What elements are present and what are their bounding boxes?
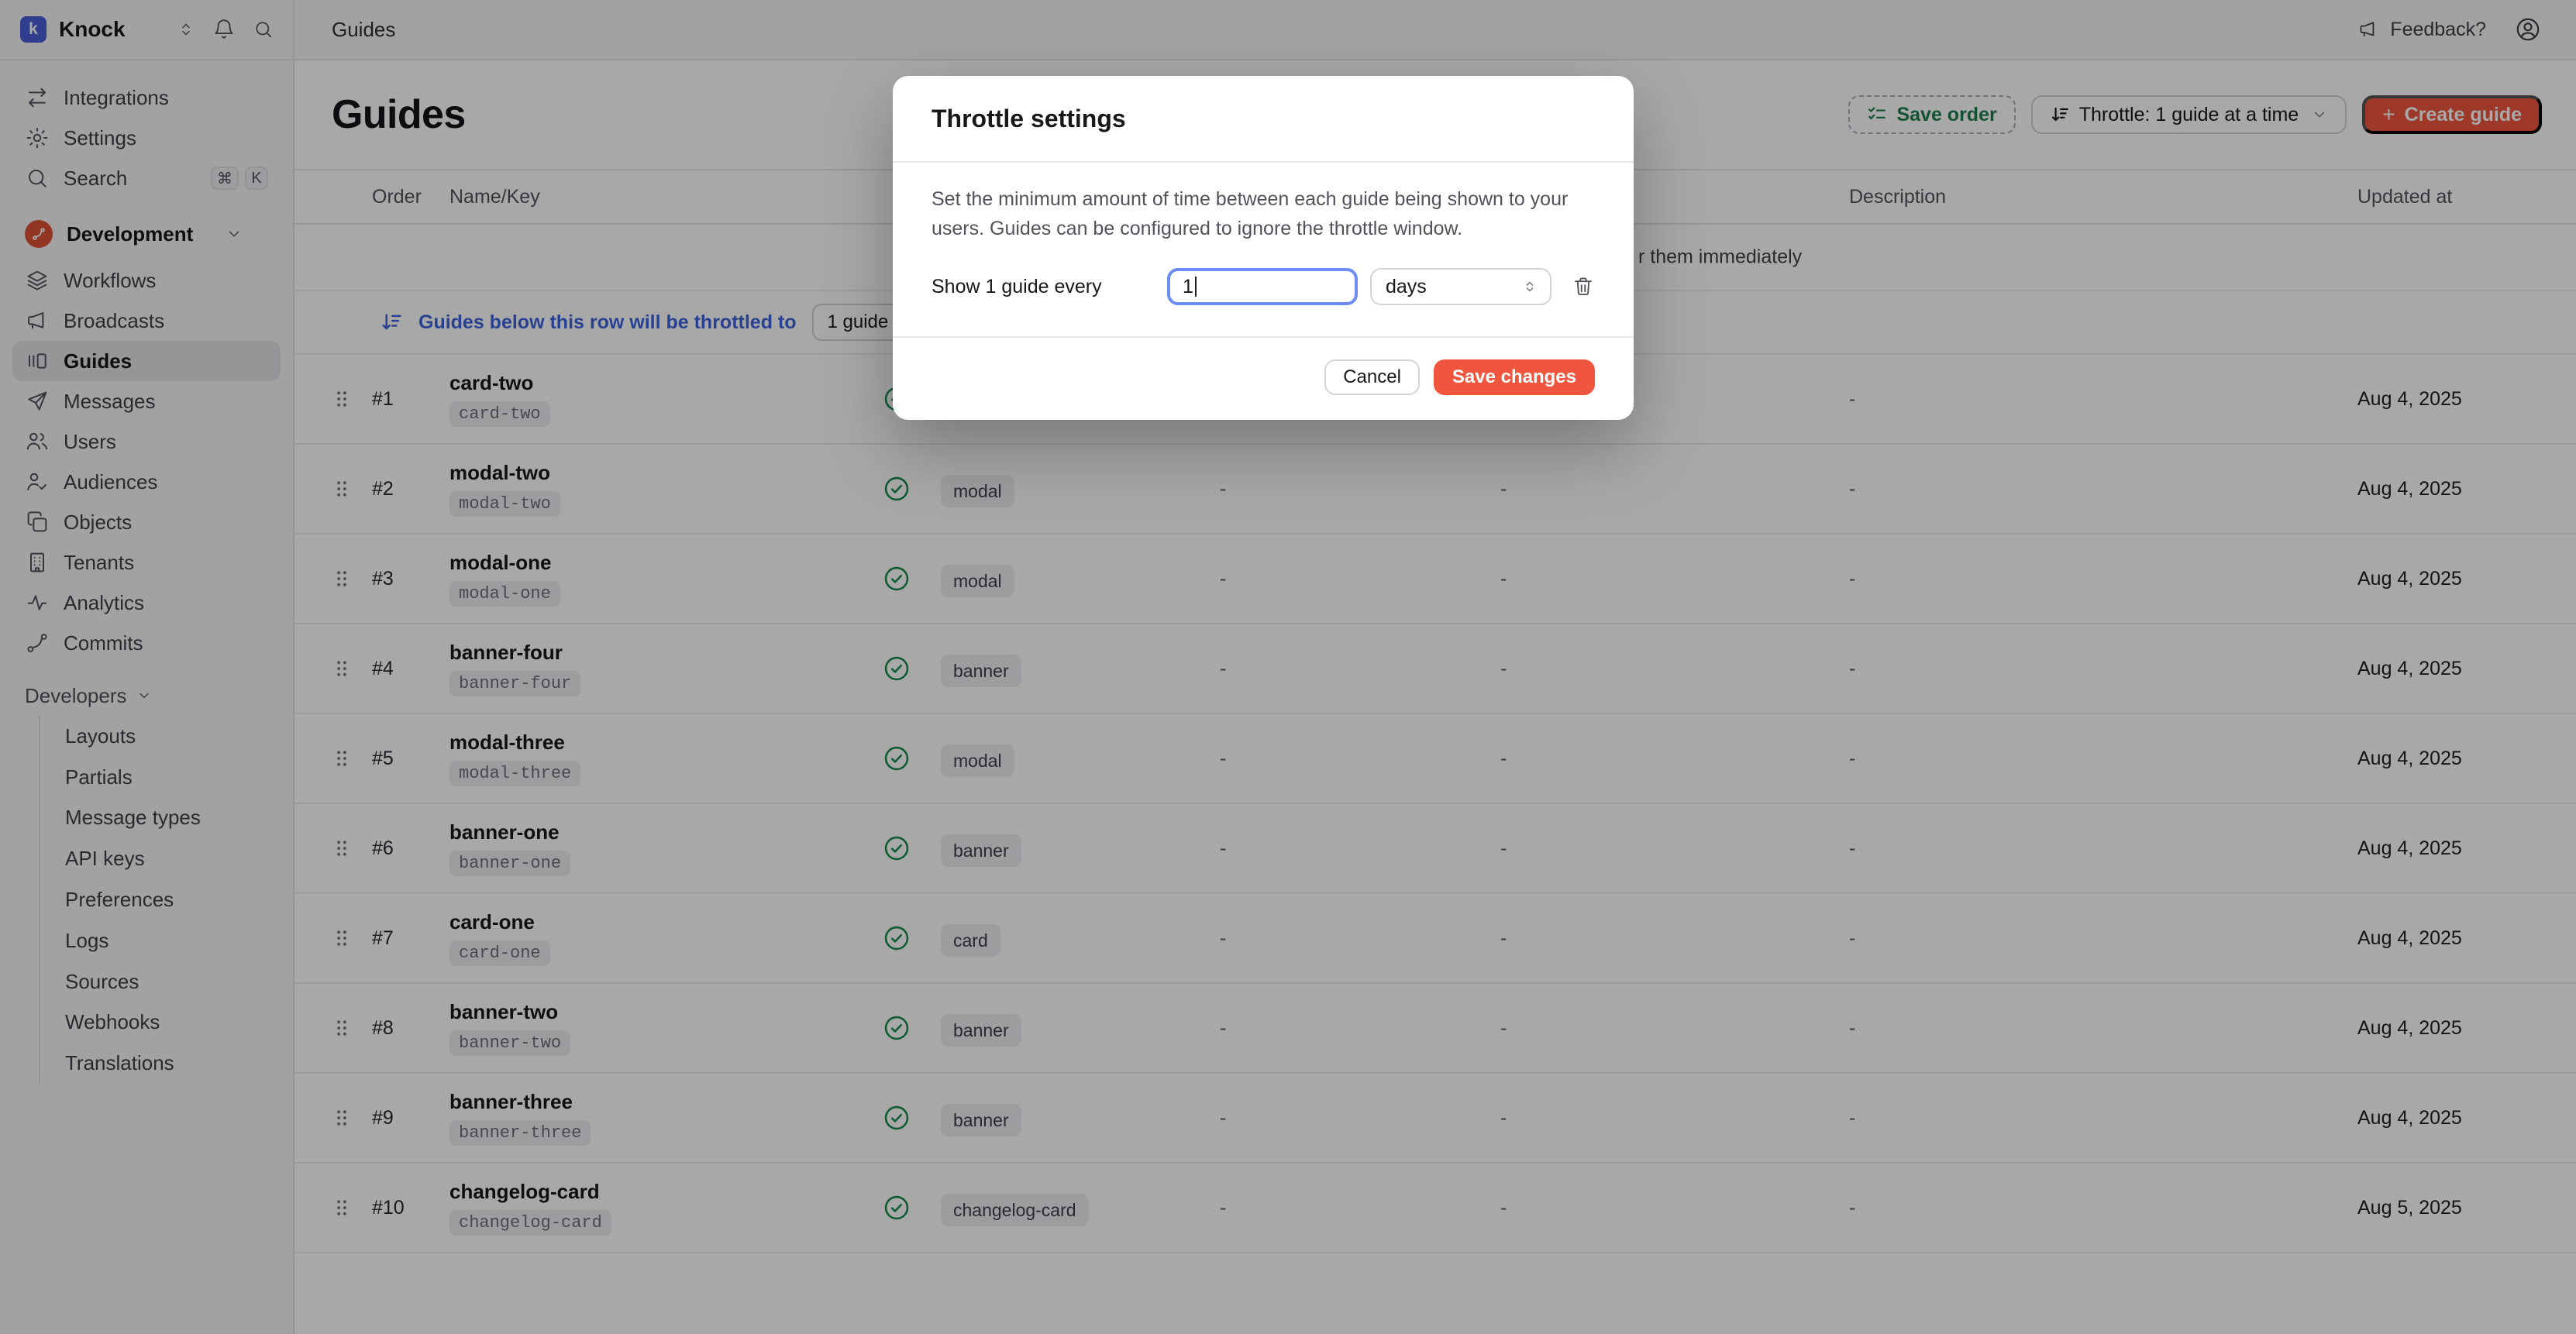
modal-description: Set the minimum amount of time between e… — [932, 184, 1604, 243]
throttle-value-text: 1 — [1183, 276, 1193, 298]
throttle-settings-modal: Throttle settings Set the minimum amount… — [893, 76, 1634, 420]
trash-icon[interactable] — [1572, 275, 1595, 298]
throttle-value-input[interactable]: 1 — [1167, 268, 1358, 305]
select-stepper-icon — [1520, 277, 1539, 296]
throttle-unit-value: days — [1386, 276, 1427, 298]
text-cursor — [1195, 277, 1197, 297]
modal-title: Throttle settings — [932, 105, 1126, 133]
save-changes-button[interactable]: Save changes — [1434, 359, 1595, 395]
throttle-form-label: Show 1 guide every — [932, 276, 1167, 298]
cancel-button[interactable]: Cancel — [1324, 359, 1420, 395]
throttle-unit-select[interactable]: days — [1370, 268, 1551, 305]
